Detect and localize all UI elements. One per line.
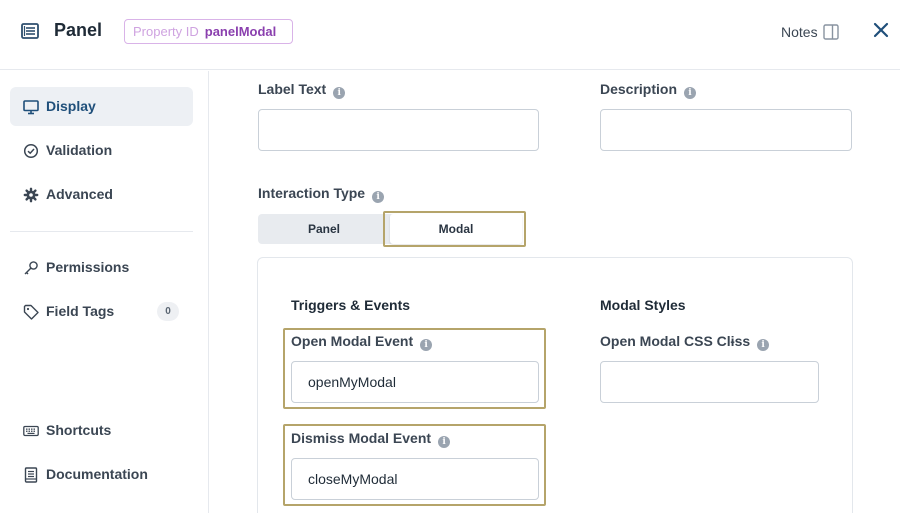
notes-label[interactable]: Notes <box>781 24 818 40</box>
modal-styles-heading: Modal Styles <box>600 297 686 313</box>
info-icon[interactable]: i <box>684 87 697 99</box>
panel-icon <box>21 23 39 39</box>
tag-icon <box>23 304 39 320</box>
info-icon[interactable]: i <box>333 87 346 99</box>
property-id-key: Property ID <box>133 24 199 39</box>
property-id-value: panelModal <box>204 24 277 39</box>
sidebar-item-label: Shortcuts <box>46 422 112 438</box>
sidebar-item-label: Display <box>46 98 96 114</box>
info-icon[interactable]: i <box>372 191 385 203</box>
modal-option-highlight <box>383 211 526 247</box>
interaction-type-label: Interaction Type i <box>258 185 385 203</box>
description-input[interactable] <box>600 109 852 151</box>
info-icon[interactable]: i <box>757 339 770 351</box>
header-bar: Panel Property ID panelModal Notes <box>0 0 900 70</box>
main-content: Label Text i Description i Interaction Typ… <box>210 71 900 513</box>
sidebar-item-field-tags[interactable]: Field Tags 0 <box>10 292 193 331</box>
triggers-events-heading: Triggers & Events <box>291 297 411 313</box>
label-text-label-text: Label Text <box>258 81 327 97</box>
sidebar-item-advanced[interactable]: Advanced <box>10 175 193 214</box>
sidebar-divider <box>10 231 193 232</box>
interaction-type-label-text: Interaction Type <box>258 185 366 201</box>
dismiss-modal-event-highlight <box>283 424 546 506</box>
key-icon <box>24 261 38 275</box>
open-modal-event-highlight <box>283 328 546 409</box>
interaction-type-panel-option[interactable]: Panel <box>258 214 390 244</box>
keyboard-icon <box>23 425 39 437</box>
notes-panel-icon[interactable] <box>823 24 839 40</box>
description-label-text: Description <box>600 81 678 97</box>
sidebar-item-documentation[interactable]: Documentation <box>10 455 193 494</box>
sidebar-item-label: Validation <box>46 142 113 158</box>
open-modal-css-class-label: Open Modal CSS Clɨss i <box>600 333 770 351</box>
monitor-icon <box>23 100 39 115</box>
sidebar-item-label: Documentation <box>46 466 148 482</box>
sidebar-item-permissions[interactable]: Permissions <box>10 248 193 287</box>
description-label: Description i <box>600 81 697 99</box>
sidebar-item-label: Field Tags <box>46 303 115 319</box>
gear-icon <box>23 187 39 203</box>
sidebar-item-shortcuts[interactable]: Shortcuts <box>10 411 193 450</box>
check-circle-icon <box>23 143 39 159</box>
close-icon[interactable] <box>872 21 890 39</box>
sidebar-item-display[interactable]: Display <box>10 87 193 126</box>
page-title: Panel <box>54 20 103 40</box>
sidebar-item-validation[interactable]: Validation <box>10 131 193 170</box>
open-modal-css-class-input[interactable] <box>600 361 819 403</box>
sidebar-item-label: Permissions <box>46 259 130 275</box>
property-id-badge: Property ID panelModal <box>124 19 293 44</box>
document-icon <box>24 467 38 483</box>
field-tags-count-badge: 0 <box>157 302 179 321</box>
label-text-label: Label Text i <box>258 81 346 99</box>
label-text-input[interactable] <box>258 109 539 151</box>
open-modal-css-class-label-text: Open Modal CSS Clɨss <box>600 333 751 349</box>
sidebar-item-label: Advanced <box>46 186 113 202</box>
sidebar: Display Validation Advanced Permissions … <box>0 71 209 513</box>
